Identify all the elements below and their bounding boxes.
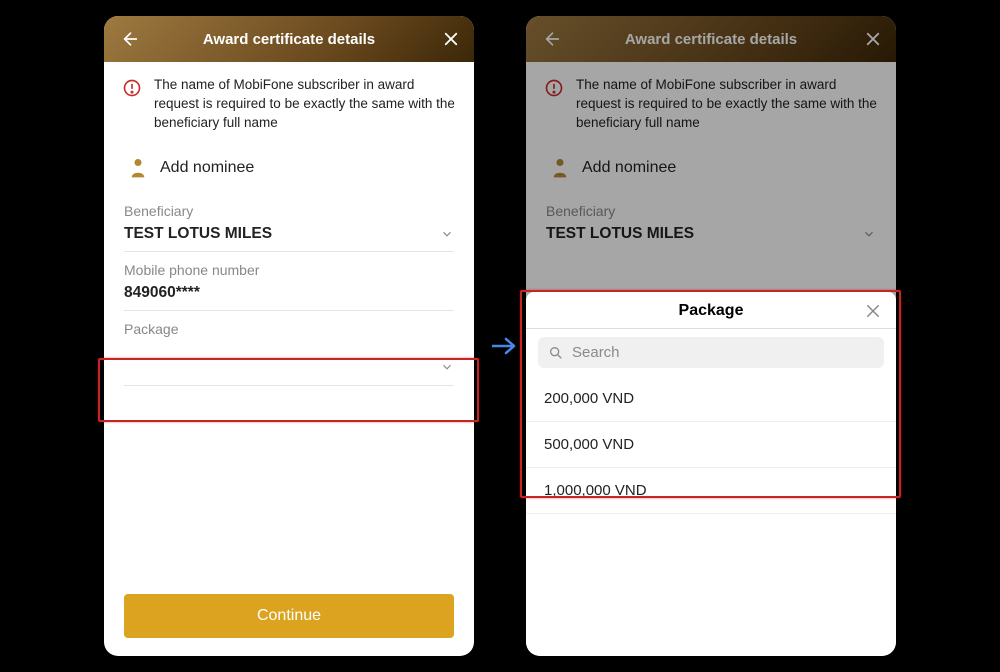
person-icon	[128, 157, 148, 179]
divider	[124, 251, 454, 252]
close-icon	[864, 302, 882, 320]
phone-value: 849060****	[124, 284, 200, 302]
back-arrow-icon	[118, 29, 138, 49]
page-title: Award certificate details	[142, 31, 436, 48]
warning-icon	[122, 78, 142, 98]
notice-text: The name of MobiFone subscriber in award…	[154, 76, 456, 133]
phone-field[interactable]: 849060****	[124, 284, 454, 302]
package-dropdown[interactable]	[124, 357, 454, 377]
flow-arrow-icon	[490, 336, 518, 356]
sheet-close-button[interactable]	[864, 302, 882, 320]
package-bottom-sheet: Package 200,000 VND 500,000 VND 1,000,00…	[526, 292, 896, 656]
chevron-down-icon	[440, 360, 454, 374]
phone-label: Mobile phone number	[124, 262, 454, 278]
close-icon	[442, 30, 460, 48]
divider	[124, 385, 454, 386]
back-button[interactable]	[118, 29, 142, 49]
search-icon	[548, 345, 564, 361]
package-option[interactable]: 200,000 VND	[526, 376, 896, 422]
phone-left: Award certificate details The name of Mo…	[104, 16, 474, 656]
chevron-down-icon	[440, 227, 454, 241]
beneficiary-dropdown[interactable]: TEST LOTUS MILES	[124, 225, 454, 243]
add-nominee-label: Add nominee	[160, 159, 254, 177]
add-nominee-button[interactable]: Add nominee	[104, 147, 474, 193]
close-button[interactable]	[436, 30, 460, 48]
divider	[124, 310, 454, 311]
beneficiary-label: Beneficiary	[124, 203, 454, 219]
sheet-title: Package	[540, 302, 882, 320]
package-option[interactable]: 500,000 VND	[526, 422, 896, 468]
header: Award certificate details	[104, 16, 474, 62]
notice-banner: The name of MobiFone subscriber in award…	[104, 62, 474, 147]
divider	[526, 328, 896, 329]
package-option[interactable]: 1,000,000 VND	[526, 468, 896, 514]
continue-button[interactable]: Continue	[124, 594, 454, 638]
beneficiary-value: TEST LOTUS MILES	[124, 225, 272, 243]
search-box[interactable]	[538, 337, 884, 368]
sheet-header: Package	[526, 292, 896, 328]
package-label: Package	[124, 321, 454, 337]
form-content: Beneficiary TEST LOTUS MILES Mobile phon…	[104, 203, 474, 386]
phone-right: Award certificate details The name of Mo…	[526, 16, 896, 656]
search-input[interactable]	[572, 344, 874, 361]
